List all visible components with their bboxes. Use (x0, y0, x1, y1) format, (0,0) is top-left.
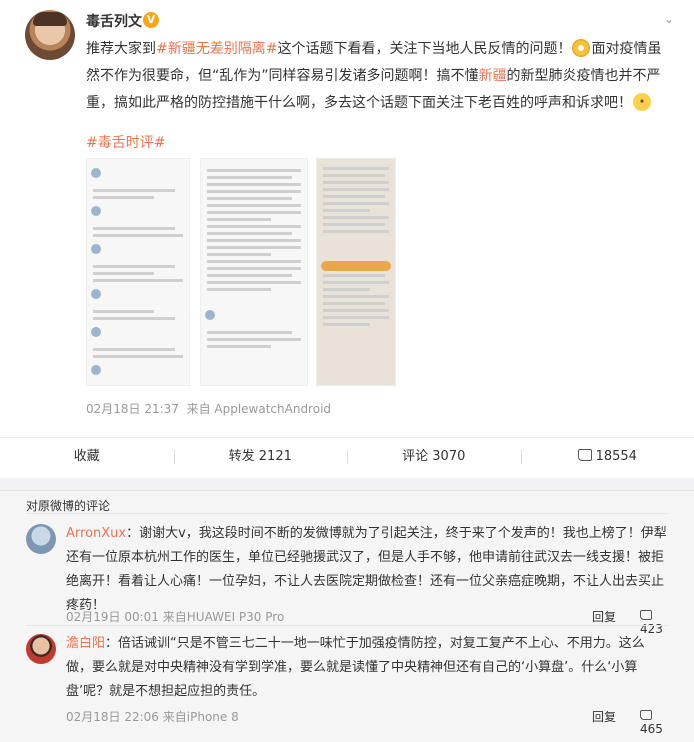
image-gallery (86, 158, 396, 388)
sad-emoji-icon (633, 93, 651, 111)
post-text: 推荐大家到#新疆无差别隔离#这个话题下看看，关注下当地人民反情的问题！ 面对疫情虽… (86, 36, 668, 117)
comment-item: 澹白阳：倍话诫训“只是不管三七二十一地一味忙于加强疫情防控，对复工复产不上心、不… (26, 625, 668, 736)
reply-button[interactable]: 回复 (592, 708, 616, 725)
thumbs-up-icon (577, 448, 592, 461)
weibo-post: 毒舌列文 V ⌄ 推荐大家到#新疆无差别隔离#这个话题下看看，关注下当地人民反情… (0, 0, 694, 478)
comment-time: 02月19日 00:01 (66, 610, 159, 624)
xinjiang-link[interactable]: 新疆 (479, 68, 507, 84)
chevron-down-icon[interactable]: ⌄ (664, 13, 678, 25)
commenter-avatar[interactable] (26, 634, 56, 664)
author-avatar[interactable] (25, 10, 75, 60)
comment-text: 澹白阳：倍话诫训“只是不管三七二十一地一味忙于加强疫情防控，对复工复产不上心、不… (66, 632, 668, 704)
thumbs-up-icon (640, 710, 652, 720)
author-name[interactable]: 毒舌列文 (86, 11, 142, 31)
post-timestamp: 02月18日 21:37 来自 ApplewatchAndroid (86, 400, 331, 417)
commenter-name[interactable]: 澹白阳 (66, 636, 105, 651)
post-text-part: 这个话题下看看，关注下当地人民反情的问题！ (277, 41, 572, 57)
comment-body: ：倍话诫训“只是不管三七二十一地一味忙于加强疫情防控，对复工复产不上心、不用力。… (66, 636, 645, 699)
comment-like-button[interactable]: 465 (640, 708, 668, 736)
comment-like-count: 465 (640, 722, 663, 736)
section-divider (0, 478, 694, 490)
like-button[interactable]: 18554 (520, 448, 694, 466)
comment-text: ArronXux：谢谢大v，我这段时间不断的发微博就为了引起关注，终于来了个发声… (66, 522, 668, 618)
post-time[interactable]: 02月18日 21:37 (86, 402, 179, 416)
thinking-emoji-icon (572, 39, 591, 57)
post-image[interactable] (86, 158, 190, 386)
comment-button[interactable]: 评论 3070 (347, 448, 521, 466)
thumbs-up-icon (640, 610, 652, 620)
comment-source: 来自HUAWEI P30 Pro (162, 610, 285, 624)
comment-source: 来自iPhone 8 (162, 710, 239, 724)
repost-button[interactable]: 转发 2121 (173, 448, 348, 466)
comment-body: ：谢谢大v，我这段时间不断的发微博就为了引起关注，终于来了个发声的！我也上榜了！… (66, 526, 667, 613)
favorite-button[interactable]: 收藏 (0, 448, 174, 466)
post-image[interactable] (316, 158, 396, 386)
reply-button[interactable]: 回复 (592, 608, 616, 625)
comment-meta: 02月18日 22:06 来自iPhone 8 (66, 708, 239, 725)
comments-section: 对原微博的评论 ArronXux：谢谢大v，我这段时间不断的发微博就为了引起关注… (0, 490, 694, 742)
commenter-name[interactable]: ArronXux (66, 526, 126, 541)
comment-meta: 02月19日 00:01 来自HUAWEI P30 Pro (66, 608, 284, 625)
comments-title: 对原微博的评论 (26, 499, 111, 513)
post-text-part: 推荐大家到 (86, 41, 156, 57)
commenter-avatar[interactable] (26, 524, 56, 554)
like-count: 18554 (595, 448, 637, 464)
verified-badge-icon: V (143, 12, 159, 28)
post-source: 来自 ApplewatchAndroid (186, 402, 332, 416)
action-bar: 收藏 转发 2121 评论 3070 18554 (0, 437, 694, 475)
post-image[interactable] (200, 158, 308, 386)
comment-item: ArronXux：谢谢大v，我这段时间不断的发微博就为了引起关注，终于来了个发声… (26, 513, 668, 636)
hashtag-link[interactable]: #毒舌时评# (86, 132, 165, 152)
topic-link[interactable]: #新疆无差别隔离# (156, 41, 277, 57)
comment-time: 02月18日 22:06 (66, 710, 159, 724)
